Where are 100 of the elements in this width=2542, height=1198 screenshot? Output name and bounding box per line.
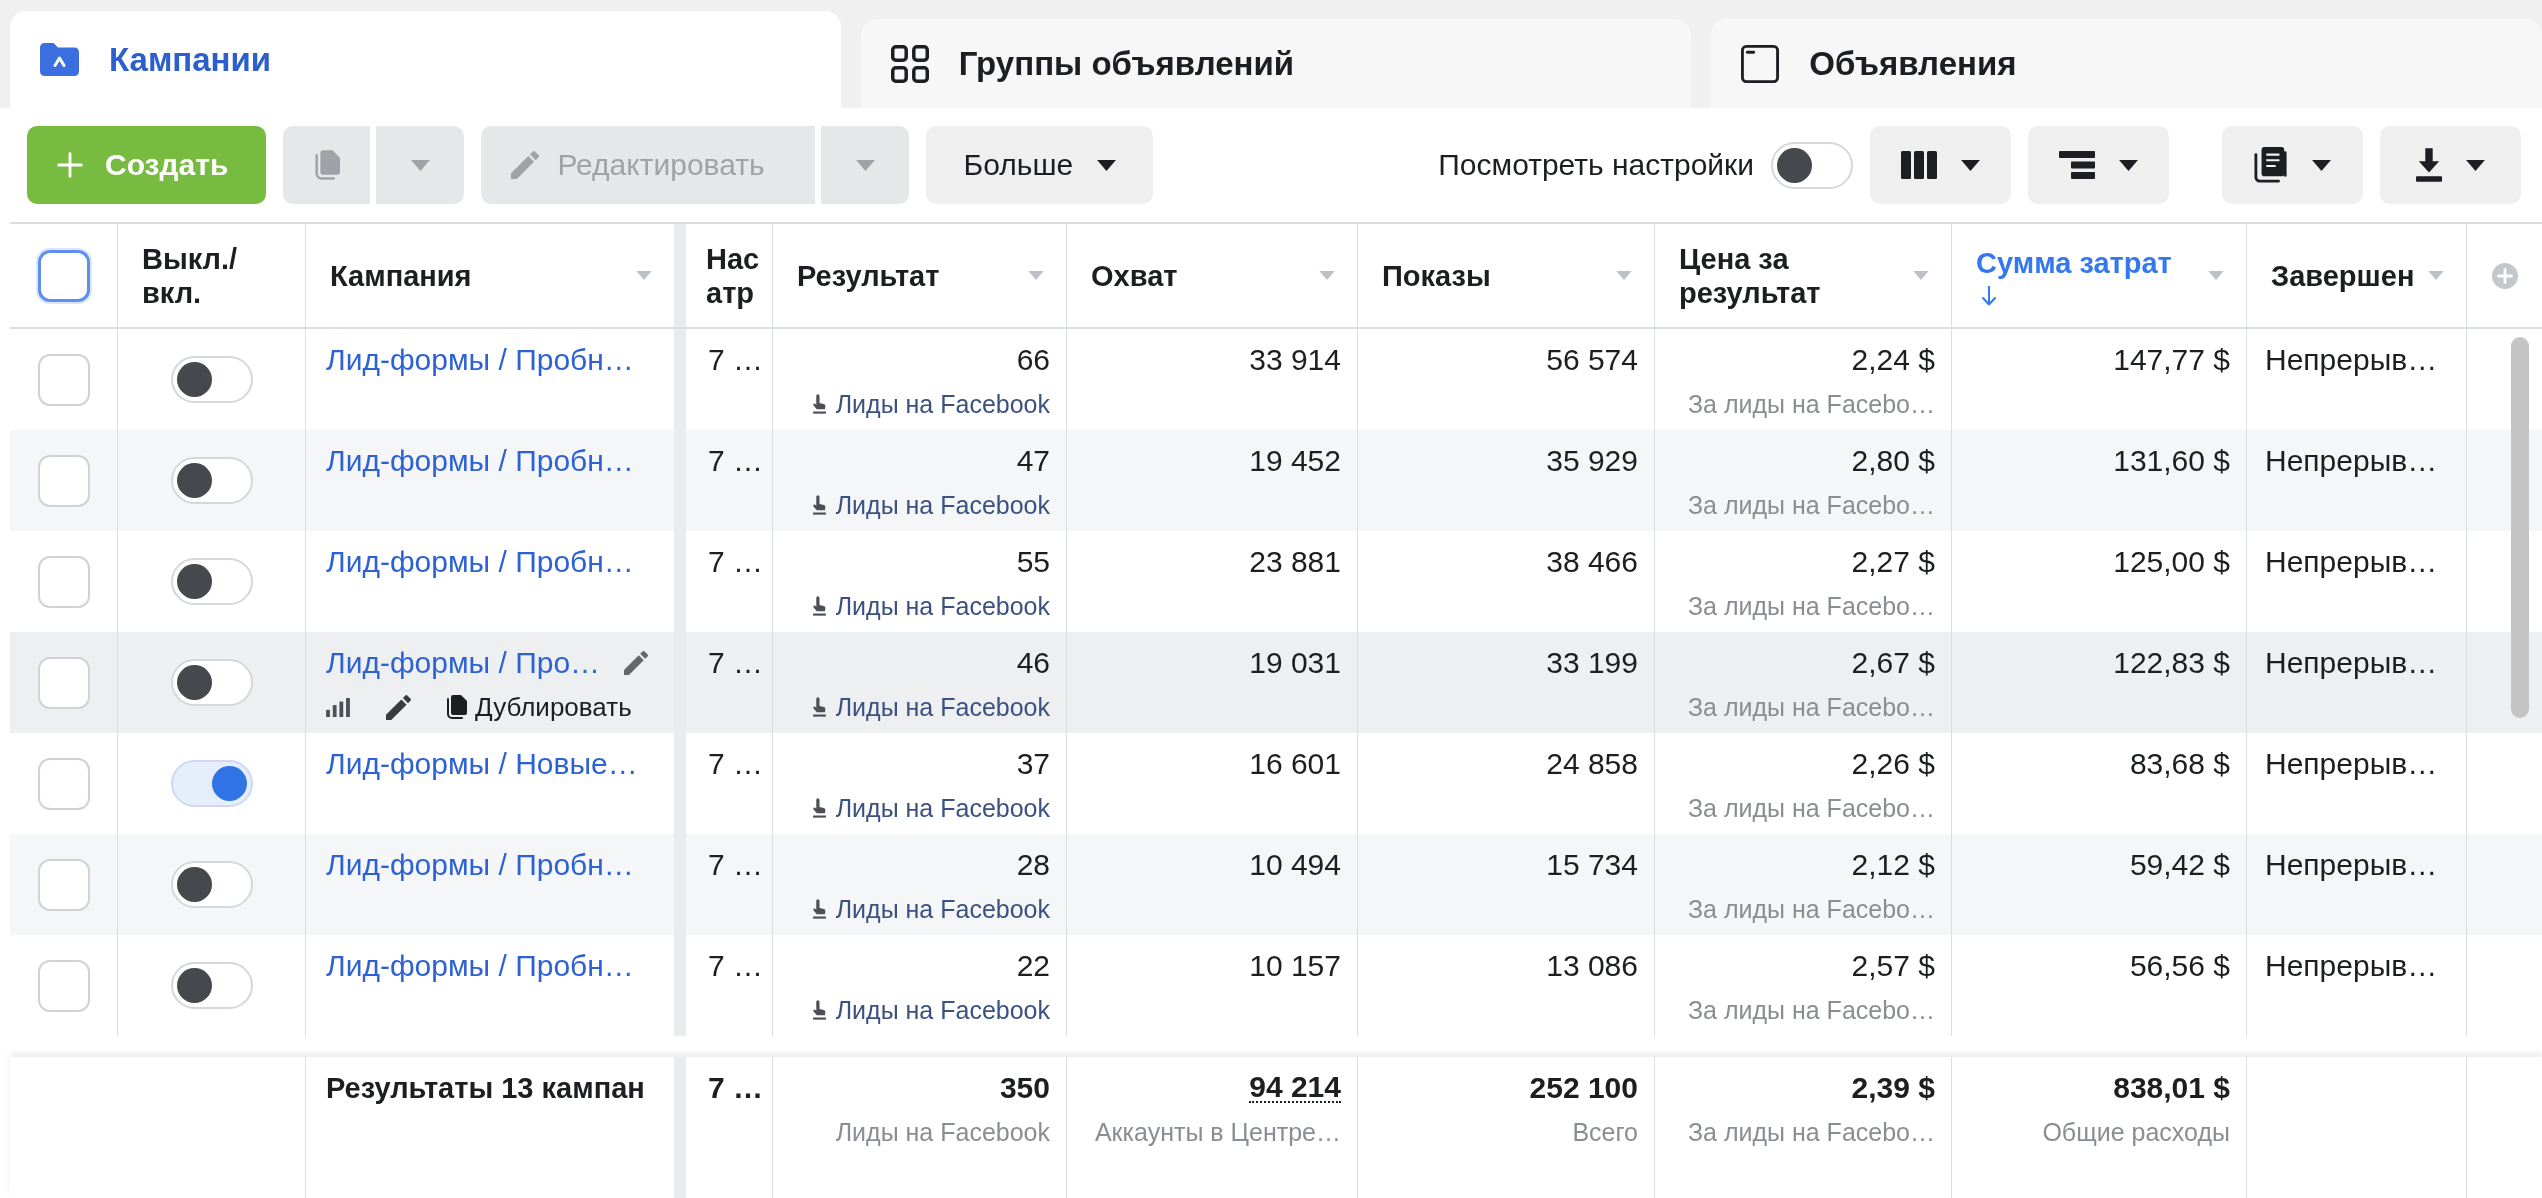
campaign-link[interactable]: Лид-формы / Новые… [326,749,638,779]
cost-type-label: За лиды на Facebo… [1687,894,1935,924]
tab[interactable]: Кампании [10,11,841,108]
caret-down-icon[interactable] [636,271,652,280]
columns-button[interactable] [1870,126,2011,204]
view-settings-toggle[interactable] [1771,141,1853,189]
caret-down-icon[interactable] [2428,271,2444,280]
result-type-link[interactable]: Лиды на Facebook [835,793,1050,823]
table-cell: 83,68 $ [2129,749,2230,779]
scrollbar-thumb[interactable] [2511,337,2529,718]
add-column-icon[interactable] [2491,262,2518,289]
toggle-switch[interactable] [170,861,253,908]
tap-icon [811,394,827,414]
download-icon [2416,148,2442,182]
column-header[interactable]: Выкл./ вкл. [142,241,238,310]
tab[interactable]: Объявления [1711,19,2542,108]
table-cell: 7 … [708,949,764,982]
caret-down-icon [1961,159,1980,171]
table-cell: 131,60 $ [2113,446,2230,476]
result-type-link[interactable]: Лиды на Facebook [835,995,1050,1025]
tap-icon [811,596,827,616]
tab[interactable]: Группы объявлений [860,19,1692,108]
row-checkbox[interactable] [37,858,90,911]
column-header[interactable]: Результат [797,258,940,293]
toggle-switch[interactable] [170,760,253,807]
campaign-link[interactable]: Лид-формы / Про… [326,648,601,678]
campaign-link[interactable]: Лид-формы / Пробн… [326,547,634,577]
toggle-switch[interactable] [170,962,253,1009]
row-checkbox[interactable] [37,454,90,507]
toggle-switch[interactable] [170,659,253,706]
column-header[interactable]: Сумма затрат [1976,245,2172,280]
table-cell: 35 929 [1546,446,1638,476]
tap-icon [811,899,827,919]
table-cell: 33 914 [1249,345,1341,375]
table-cell: 122,83 $ [2113,648,2230,678]
column-header[interactable]: Цена за результат [1679,241,1879,310]
caret-down-icon[interactable] [1913,271,1929,280]
caret-down-icon[interactable] [1028,271,1044,280]
campaign-link[interactable]: Лид-формы / Пробн… [326,345,634,375]
breakdown-button[interactable] [2028,126,2169,204]
toggle-switch[interactable] [170,356,253,403]
duplicate-button[interactable]: Дублировать [445,692,632,722]
table-cell: 10 494 [1249,850,1341,880]
result-value: 66 [1016,345,1050,375]
campaign-link[interactable]: Лид-формы / Пробн… [326,850,634,880]
campaign-link[interactable]: Лид-формы / Пробн… [326,446,634,476]
caret-down-icon[interactable] [1616,271,1632,280]
total-note: За лиды на Facebo… [1687,1117,1935,1147]
table-cell: 19 452 [1249,446,1341,476]
pencil-icon[interactable] [624,651,648,675]
table-cell: 19 031 [1249,648,1341,678]
reports-button[interactable] [2222,126,2363,204]
caret-down-icon[interactable] [2208,271,2224,280]
column-header[interactable]: Нас атр [706,241,772,310]
table-cell: 2,12 $ [1851,850,1935,880]
column-header[interactable]: Кампания [330,258,472,293]
result-type-link[interactable]: Лиды на Facebook [835,490,1050,520]
column-header[interactable]: Охват [1091,258,1178,293]
table-cell: 2,67 $ [1851,648,1935,678]
tap-icon [811,495,827,515]
total-note: Аккаунты в Центре… [1094,1117,1341,1147]
column-header[interactable]: Показы [1382,258,1491,293]
table-cell: 7 … [708,848,764,881]
row-checkbox[interactable] [37,656,90,709]
cost-type-label: За лиды на Facebo… [1687,490,1935,520]
table-cell: 2,27 $ [1851,547,1935,577]
result-type-link[interactable]: Лиды на Facebook [835,894,1050,924]
table-cell: Непрерыв… [2265,747,2438,780]
campaign-link[interactable]: Лид-формы / Пробн… [326,951,634,981]
more-button[interactable]: Больше [926,126,1154,204]
result-value: 28 [1016,850,1050,880]
result-type-link[interactable]: Лиды на Facebook [835,591,1050,621]
window-icon [1741,44,1780,83]
row-checkbox[interactable] [37,959,90,1012]
total-note: Всего [1572,1117,1638,1147]
caret-down-icon[interactable] [1319,271,1335,280]
copy-icon [313,150,341,180]
result-type-link[interactable]: Лиды на Facebook [835,692,1050,722]
row-checkbox[interactable] [37,757,90,810]
toggle-switch[interactable] [170,457,253,504]
table-cell: Непрерыв… [2265,949,2438,982]
total-value[interactable]: 94 214 [1249,1073,1341,1103]
table-cell: 56 574 [1546,345,1638,375]
table-cell: 2,57 $ [1851,951,1935,981]
columns-icon [1901,151,1937,179]
pencil-icon[interactable] [386,694,411,720]
caret-down-icon [1097,159,1117,171]
result-value: 46 [1016,648,1050,678]
table-cell: 7 … [708,545,764,578]
cost-type-label: За лиды на Facebo… [1687,389,1935,419]
row-checkbox[interactable] [37,353,90,406]
column-header[interactable]: Завершен [2271,258,2415,293]
toggle-switch[interactable] [170,558,253,605]
select-all-checkbox[interactable] [37,249,90,302]
export-button[interactable] [2380,126,2521,204]
table-cell: Непрерыв… [2265,545,2438,578]
pencil-icon [511,151,540,179]
result-type-link[interactable]: Лиды на Facebook [835,389,1050,419]
row-checkbox[interactable] [37,555,90,608]
bar-chart-icon[interactable] [326,697,350,717]
